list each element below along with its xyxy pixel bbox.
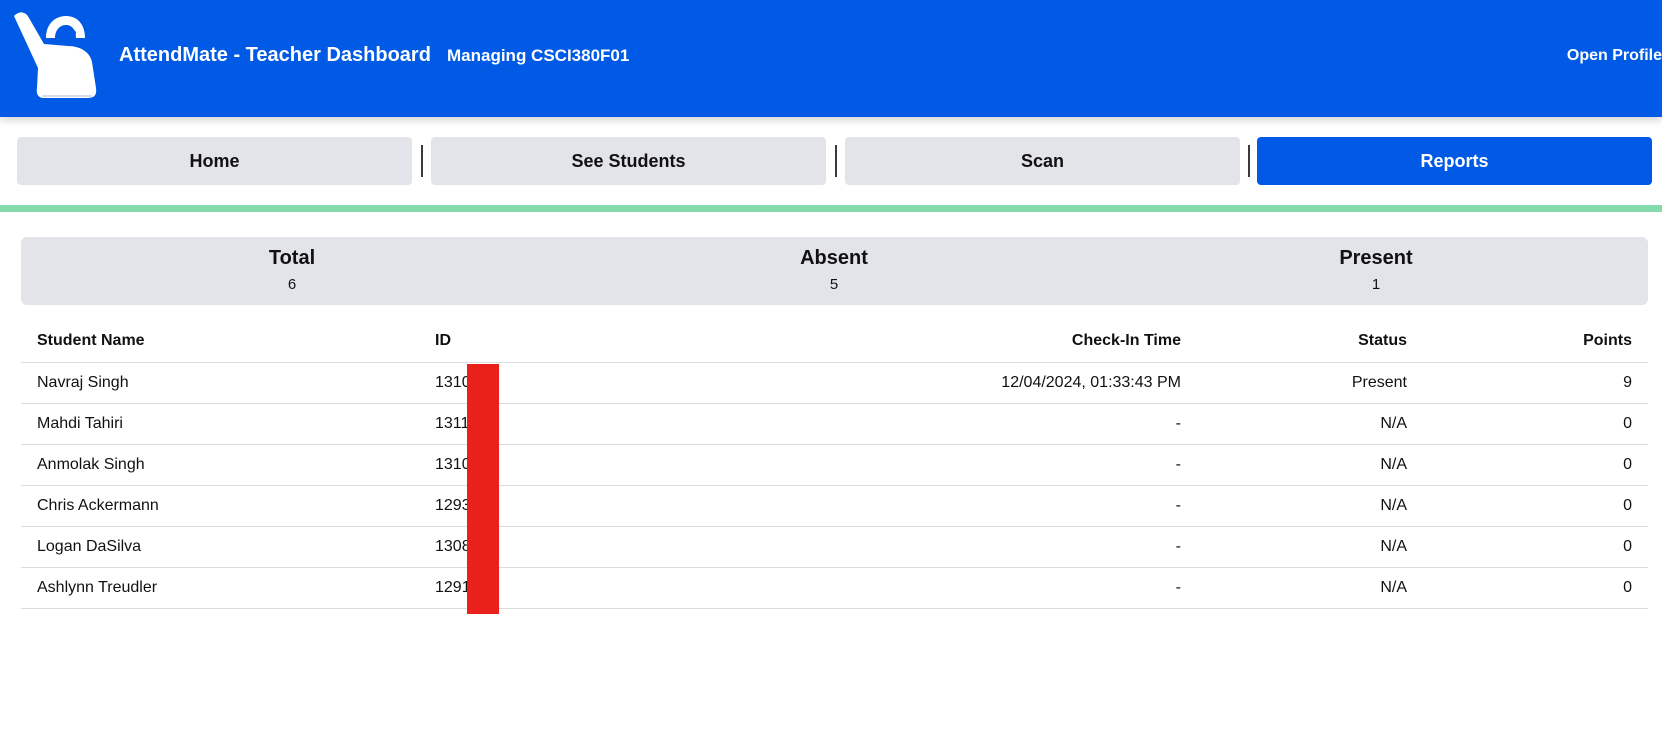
table-row: Ashlynn Treudler 1291 - N/A 0 [21,567,1648,609]
points-cell: 0 [1423,403,1648,445]
nav-separator [835,145,837,177]
stat-total-value: 6 [287,276,297,293]
column-header-check-in-time: Check-In Time [719,320,1197,363]
student-name-cell: Chris Ackermann [21,485,419,527]
student-id-cell: 1310 [419,444,719,486]
student-name-cell: Navraj Singh [21,362,419,404]
app-title: AttendMate - Teacher Dashboard [119,44,431,66]
nav-home-button[interactable]: Home [17,137,412,185]
status-cell: N/A [1197,567,1423,609]
check-in-time-cell: - [719,444,1197,486]
attendance-table: Student Name ID Check-In Time Status Poi… [21,320,1648,609]
stat-absent: Absent 5 [563,247,1105,293]
nav-separator [1248,145,1250,177]
stat-absent-label: Absent [800,247,868,269]
table-row: Anmolak Singh 1310 - N/A 0 [21,444,1648,486]
points-cell: 0 [1423,567,1648,609]
table-header-row: Student Name ID Check-In Time Status Poi… [21,320,1648,363]
student-name-cell: Ashlynn Treudler [21,567,419,609]
nav-see-students-button[interactable]: See Students [431,137,826,185]
table-row: Chris Ackermann 1293 - N/A 0 [21,485,1648,527]
check-in-time-cell: - [719,485,1197,527]
stat-present-value: 1 [1371,276,1381,293]
student-name-cell: Logan DaSilva [21,526,419,568]
student-id-cell: 1291 [419,567,719,609]
course-label: Managing CSCI380F01 [447,46,630,65]
open-profile-link[interactable]: Open Profile [1512,47,1662,65]
status-cell: N/A [1197,485,1423,527]
table-row: Logan DaSilva 1308 - N/A 0 [21,526,1648,568]
raised-hand-icon [14,12,97,99]
column-header-points: Points [1423,320,1648,363]
points-cell: 0 [1423,526,1648,568]
section-divider [0,205,1662,212]
student-id-cell: 1310 [419,362,719,404]
check-in-time-cell: - [719,526,1197,568]
column-header-id: ID [419,320,719,363]
nav-reports-button[interactable]: Reports [1257,137,1652,185]
nav-separator [421,145,423,177]
check-in-time-cell: - [719,403,1197,445]
stat-present-label: Present [1339,247,1413,269]
student-name-cell: Anmolak Singh [21,444,419,486]
redaction-block [467,364,499,614]
points-cell: 9 [1423,362,1648,404]
stat-present: Present 1 [1105,247,1647,293]
nav-scan-button[interactable]: Scan [845,137,1240,185]
student-id-cell: 1311 [419,403,719,445]
table-row: Navraj Singh 1310 12/04/2024, 01:33:43 P… [21,362,1648,404]
status-cell: Present [1197,362,1423,404]
student-name-cell: Mahdi Tahiri [21,403,419,445]
table-row: Mahdi Tahiri 1311 - N/A 0 [21,403,1648,445]
check-in-time-cell: - [719,567,1197,609]
student-id-cell: 1293 [419,485,719,527]
status-cell: N/A [1197,403,1423,445]
student-id-cell: 1308 [419,526,719,568]
attendance-summary: Total 6 Absent 5 Present 1 [21,237,1648,305]
points-cell: 0 [1423,485,1648,527]
check-in-time-cell: 12/04/2024, 01:33:43 PM [719,362,1197,404]
status-cell: N/A [1197,444,1423,486]
stat-total: Total 6 [21,247,563,293]
app-header: AttendMate - Teacher Dashboard Managing … [0,0,1662,117]
points-cell: 0 [1423,444,1648,486]
column-header-status: Status [1197,320,1423,363]
stat-total-label: Total [268,247,316,269]
status-cell: N/A [1197,526,1423,568]
stat-absent-value: 5 [829,276,839,293]
column-header-name: Student Name [21,320,419,363]
